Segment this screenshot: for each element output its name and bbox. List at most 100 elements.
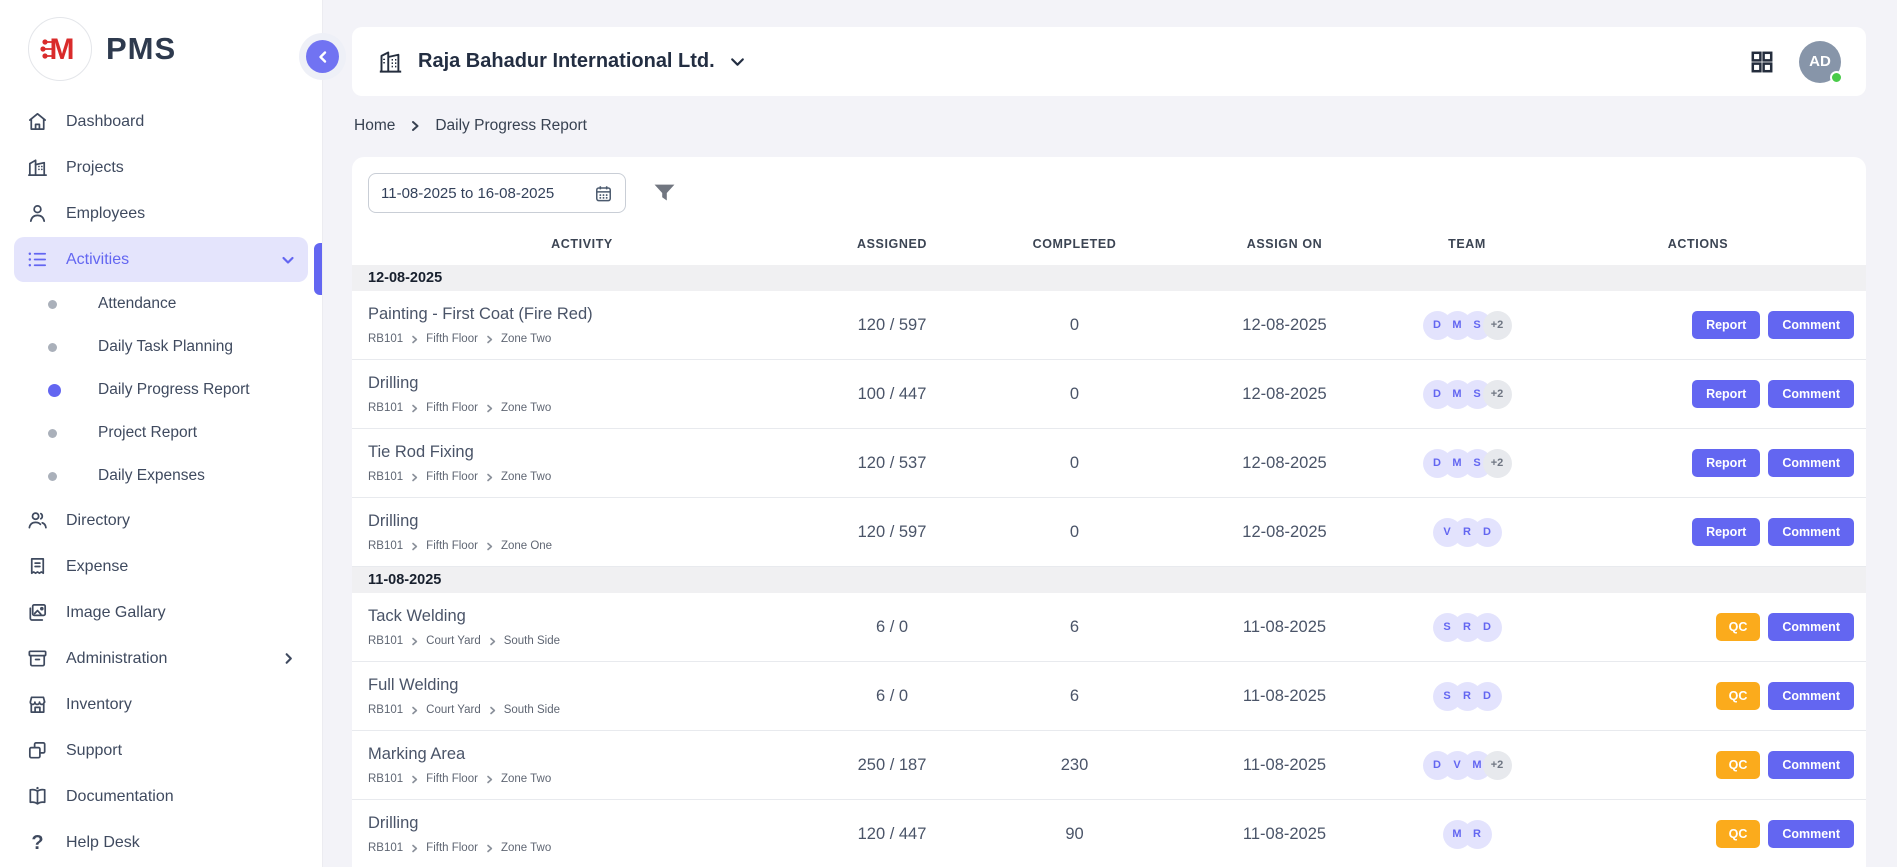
report-card: 11-08-2025 to 16-08-2025 ACTIVITYASSIGNE… [352, 157, 1866, 867]
team-overflow-badge[interactable]: +2 [1483, 380, 1512, 409]
assigned-value: 120 / 447 [812, 825, 972, 844]
table-row: Tie Rod FixingRB101Fifth FloorZone Two12… [352, 429, 1866, 498]
sidebar-item-inventory[interactable]: Inventory [14, 682, 308, 727]
activity-title: Full Welding [368, 676, 812, 695]
activity-path: RB101 Court Yard South Side [368, 635, 812, 647]
path-segment: Fifth Floor [426, 402, 478, 414]
sidebar-item-administration[interactable]: Administration [14, 636, 308, 681]
path-segment: Zone Two [501, 471, 551, 483]
sidebar-item-expense[interactable]: Expense [14, 544, 308, 589]
comment-button[interactable]: Comment [1768, 820, 1854, 848]
sidebar-item-directory[interactable]: Directory [14, 498, 308, 543]
grid-icon [1749, 49, 1775, 75]
qc-button[interactable]: QC [1716, 613, 1761, 641]
funnel-icon [653, 183, 676, 204]
users-icon [26, 509, 49, 532]
chevron-right-icon [410, 404, 419, 413]
sidebar-item-documentation[interactable]: Documentation [14, 774, 308, 819]
company-selector[interactable]: Raja Bahadur International Ltd. [377, 48, 746, 75]
team-cell: SRD [1392, 682, 1542, 711]
chevron-right-icon [410, 706, 419, 715]
assign-on-value: 11-08-2025 [1177, 687, 1392, 706]
report-button[interactable]: Report [1692, 449, 1760, 477]
sidebar-subitem-project-report[interactable]: Project Report [14, 412, 308, 454]
qc-button[interactable]: QC [1716, 820, 1761, 848]
filter-button[interactable] [653, 183, 676, 204]
sidebar-subitem-daily-progress-report[interactable]: Daily Progress Report [14, 369, 308, 411]
comment-button[interactable]: Comment [1768, 613, 1854, 641]
sidebar-collapse-button[interactable] [306, 40, 339, 73]
path-segment: RB101 [368, 635, 403, 647]
team-cell: DMS+2 [1392, 449, 1542, 478]
path-segment: Court Yard [426, 635, 481, 647]
date-range-input[interactable]: 11-08-2025 to 16-08-2025 [368, 173, 626, 213]
activity-cell: Marking AreaRB101Fifth FloorZone Two [352, 745, 812, 785]
qc-button[interactable]: QC [1716, 751, 1761, 779]
team-member-avatar[interactable]: D [1473, 613, 1502, 642]
sidebar-subitem-daily-expenses[interactable]: Daily Expenses [14, 455, 308, 497]
team-member-avatar[interactable]: D [1473, 682, 1502, 711]
breadcrumb: Home Daily Progress Report [354, 117, 1864, 135]
comment-button[interactable]: Comment [1768, 449, 1854, 477]
report-button[interactable]: Report [1692, 311, 1760, 339]
sidebar-item-projects[interactable]: Projects [14, 145, 308, 190]
report-button[interactable]: Report [1692, 518, 1760, 546]
activity-title: Painting - First Coat (Fire Red) [368, 305, 812, 324]
column-header-assign-on: ASSIGN ON [1177, 237, 1392, 251]
chevron-right-icon [488, 706, 497, 715]
path-segment: Fifth Floor [426, 842, 478, 854]
completed-value: 90 [972, 825, 1177, 844]
activity-path: RB101Fifth FloorZone One [368, 540, 812, 552]
assigned-value: 250 / 187 [812, 756, 972, 775]
path-segment: Zone Two [501, 333, 551, 345]
assigned-value: 100 / 447 [812, 385, 972, 404]
svg-text:M: M [50, 33, 75, 66]
activity-title: Tack Welding [368, 607, 812, 626]
path-segment: RB101 [368, 471, 403, 483]
team-member-avatar[interactable]: R [1463, 820, 1492, 849]
sidebar-item-employees[interactable]: Employees [14, 191, 308, 236]
assigned-value: 120 / 537 [812, 454, 972, 473]
column-header-completed: COMPLETED [972, 237, 1177, 251]
actions-cell: QCComment [1542, 751, 1854, 779]
chevron-right-icon [485, 775, 494, 784]
comment-button[interactable]: Comment [1768, 682, 1854, 710]
path-segment: South Side [504, 635, 560, 647]
filter-row: 11-08-2025 to 16-08-2025 [352, 173, 1866, 225]
team-overflow-badge[interactable]: +2 [1483, 449, 1512, 478]
sidebar-item-label: Support [66, 742, 122, 760]
sidebar-item-image-gallary[interactable]: Image Gallary [14, 590, 308, 635]
team-cell: DVM+2 [1392, 751, 1542, 780]
actions-cell: Report Comment [1542, 518, 1854, 546]
team-member-avatar[interactable]: D [1473, 518, 1502, 547]
report-button[interactable]: Report [1692, 380, 1760, 408]
company-name: Raja Bahadur International Ltd. [418, 50, 715, 73]
comment-button[interactable]: Comment [1768, 380, 1854, 408]
comment-button[interactable]: Comment [1768, 518, 1854, 546]
completed-value: 0 [972, 316, 1177, 335]
team-overflow-badge[interactable]: +2 [1483, 311, 1512, 340]
sidebar-item-support[interactable]: Support [14, 728, 308, 773]
sidebar-item-dashboard[interactable]: Dashboard [14, 99, 308, 144]
question-icon: ? [26, 831, 49, 854]
column-header-assigned: ASSIGNED [812, 237, 972, 251]
activity-path: RB101Fifth FloorZone Two [368, 842, 812, 854]
chevron-right-icon [488, 637, 497, 646]
sidebar-item-activities[interactable]: Activities [14, 237, 308, 282]
comment-button[interactable]: Comment [1768, 311, 1854, 339]
sidebar-subitem-attendance[interactable]: Attendance [14, 283, 308, 325]
comment-button[interactable]: Comment [1768, 751, 1854, 779]
apps-grid-button[interactable] [1749, 49, 1775, 75]
chevron-right-icon [485, 844, 494, 853]
chevron-right-icon [410, 844, 419, 853]
online-status-dot [1830, 71, 1843, 84]
team-cell: DMS+2 [1392, 380, 1542, 409]
sidebar-item-label: Dashboard [66, 113, 144, 131]
team-overflow-badge[interactable]: +2 [1483, 751, 1512, 780]
sidebar-item-help-desk[interactable]: ?Help Desk [14, 820, 308, 865]
user-avatar[interactable]: AD [1799, 41, 1841, 83]
breadcrumb-home[interactable]: Home [354, 117, 395, 135]
sidebar-subitem-daily-task-planning[interactable]: Daily Task Planning [14, 326, 308, 368]
qc-button[interactable]: QC [1716, 682, 1761, 710]
chevron-right-icon [281, 651, 296, 666]
